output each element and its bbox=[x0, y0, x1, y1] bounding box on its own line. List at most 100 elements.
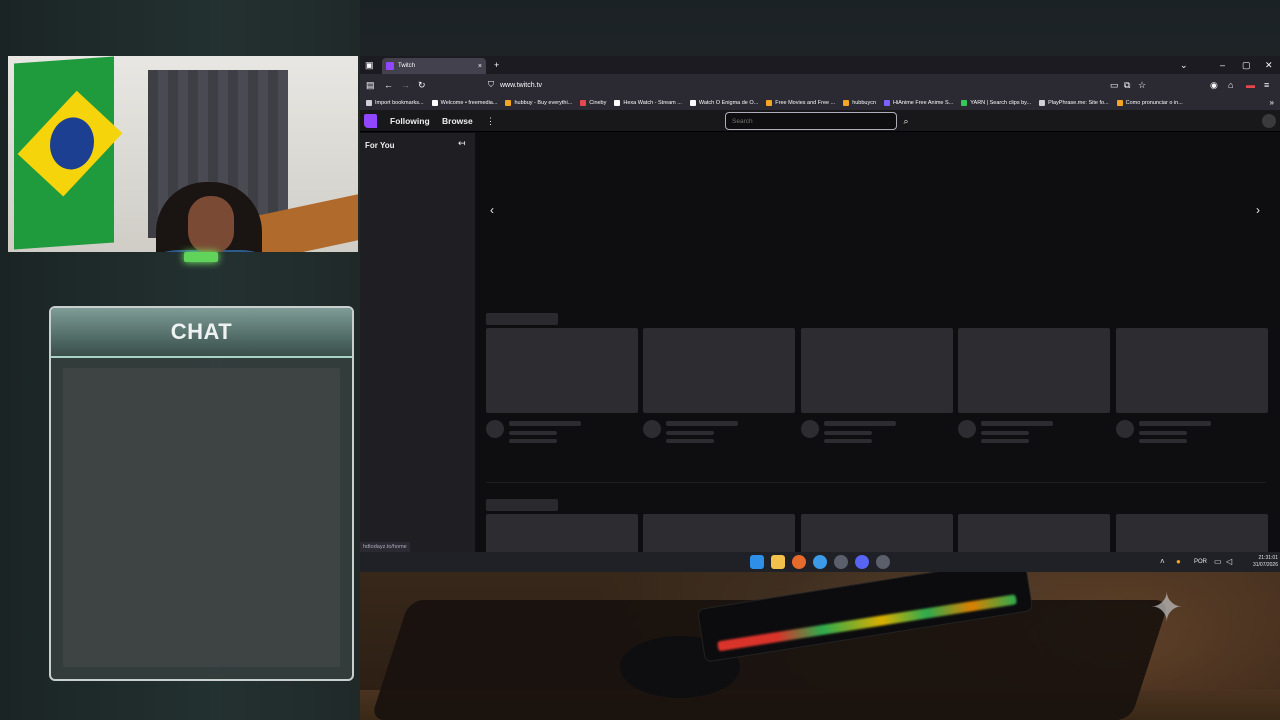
bookmark-favicon-icon bbox=[843, 100, 850, 106]
twitch-favicon-icon bbox=[386, 62, 394, 70]
file-explorer-icon[interactable] bbox=[771, 555, 785, 569]
browse-link[interactable]: Browse bbox=[442, 110, 473, 132]
search-icon[interactable]: ⌕ bbox=[898, 112, 914, 130]
bookmark-label: Como pronunciar o in... bbox=[1125, 100, 1183, 106]
translate-icon[interactable]: ⧉ bbox=[1124, 74, 1130, 96]
forward-icon[interactable]: → bbox=[401, 74, 410, 96]
skeleton-card[interactable] bbox=[1116, 328, 1268, 443]
bookmark-star-icon[interactable]: ☆ bbox=[1138, 74, 1146, 96]
twitch-logo-icon[interactable] bbox=[364, 114, 377, 128]
skeleton-thumbnail bbox=[801, 514, 953, 552]
discord-icon[interactable] bbox=[855, 555, 869, 569]
skeleton-category-line bbox=[981, 439, 1029, 443]
steam-icon[interactable] bbox=[834, 555, 848, 569]
bookmark-item[interactable]: Welcome • freemedia... bbox=[431, 100, 497, 106]
link-status-bar: hdtodayz.to/home bbox=[360, 542, 410, 552]
bookmark-item[interactable]: hubbuycn bbox=[843, 100, 876, 106]
twitch-main-content: ‹ › bbox=[475, 133, 1280, 552]
bookmark-item[interactable]: HiAnime Free Anime S... bbox=[884, 100, 953, 106]
account-icon[interactable]: ◉ bbox=[1210, 74, 1218, 96]
show-hidden-icons-icon[interactable]: ˄ bbox=[1160, 552, 1165, 572]
start-windows-icon[interactable] bbox=[750, 555, 764, 569]
bookmark-favicon-icon bbox=[689, 100, 696, 106]
user-avatar[interactable] bbox=[1262, 114, 1276, 128]
minimize-icon[interactable]: – bbox=[1220, 56, 1225, 74]
firefox-view-icon[interactable]: ▣ bbox=[365, 56, 374, 74]
skeleton-card[interactable] bbox=[643, 328, 795, 443]
carousel-next-icon[interactable]: › bbox=[1256, 203, 1260, 217]
bookmark-label: PlayPhrase.me: Site fo... bbox=[1048, 100, 1109, 106]
bookmark-item[interactable]: Free Movies and Free ... bbox=[766, 100, 835, 106]
browser-navbar: ▤ ← → ↻ ⛉ www.twitch.tv ▭ ⧉ ☆ ◉ ⌂ ▬ ≡ bbox=[360, 74, 1280, 96]
extensions-icon[interactable]: ⌂ bbox=[1228, 74, 1233, 96]
new-tab-icon[interactable]: + bbox=[494, 56, 499, 74]
carousel-prev-icon[interactable]: ‹ bbox=[490, 203, 494, 217]
skeleton-card[interactable] bbox=[486, 328, 638, 443]
edge-icon[interactable] bbox=[813, 555, 827, 569]
url-text[interactable]: www.twitch.tv bbox=[500, 82, 542, 89]
skeleton-title-line bbox=[666, 421, 738, 426]
obs-icon[interactable] bbox=[876, 555, 890, 569]
skeleton-channel-line bbox=[824, 431, 872, 435]
more-options-icon[interactable]: ⋮ bbox=[486, 110, 495, 132]
bookmark-item[interactable]: Watch O Enigma de O... bbox=[689, 100, 758, 106]
bookmark-item[interactable]: PlayPhrase.me: Site fo... bbox=[1039, 100, 1109, 106]
following-link[interactable]: Following bbox=[390, 110, 430, 132]
bookmark-item[interactable]: Cineby bbox=[580, 100, 606, 106]
language-indicator[interactable]: POR bbox=[1194, 552, 1207, 572]
skeleton-title-line bbox=[1139, 421, 1211, 426]
bookmark-favicon-icon bbox=[505, 100, 512, 106]
skeleton-thumbnail bbox=[486, 514, 638, 552]
skeleton-card[interactable] bbox=[958, 328, 1110, 443]
tab-twitch[interactable]: Twitch × bbox=[382, 58, 486, 74]
skeleton-channel-line bbox=[981, 431, 1029, 435]
clock-date: 31/07/2026 bbox=[1252, 562, 1278, 568]
brazil-flag bbox=[14, 56, 123, 250]
microphone-icon[interactable]: ● bbox=[1176, 552, 1181, 572]
bookmark-label: Hexa Watch - Stream ... bbox=[623, 100, 682, 106]
sidebar-toggle-icon[interactable]: ▤ bbox=[366, 74, 375, 96]
bookmark-item[interactable]: Import bookmarks... bbox=[366, 100, 424, 106]
back-icon[interactable]: ← bbox=[384, 74, 393, 96]
address-bar[interactable]: ⛉ www.twitch.tv bbox=[488, 78, 1108, 92]
skeleton-avatar bbox=[958, 420, 976, 438]
close-window-icon[interactable]: ✕ bbox=[1265, 56, 1273, 74]
firefox-icon[interactable] bbox=[792, 555, 806, 569]
reader-view-icon[interactable]: ▭ bbox=[1110, 74, 1119, 96]
system-clock[interactable]: 21:31:01 31/07/2026 bbox=[1238, 555, 1278, 569]
network-icon[interactable]: ▭ bbox=[1214, 552, 1222, 572]
tab-close-icon[interactable]: × bbox=[478, 63, 482, 70]
skeleton-card[interactable] bbox=[801, 514, 953, 552]
bookmark-item[interactable]: YARN | Search clips by... bbox=[961, 100, 1031, 106]
more-bookmarks-icon[interactable]: » bbox=[1270, 96, 1274, 110]
skeleton-thumbnail bbox=[486, 328, 638, 413]
search-input[interactable] bbox=[725, 112, 897, 130]
windows-taskbar: ˄ ● POR ▭ ◁ 21:31:01 31/07/2026 bbox=[360, 552, 1280, 572]
skeleton-channel-line bbox=[1139, 431, 1187, 435]
maximize-icon[interactable]: ▢ bbox=[1242, 56, 1251, 74]
skeleton-card[interactable] bbox=[486, 514, 638, 552]
list-tabs-chevron-icon[interactable]: ⌄ bbox=[1180, 56, 1188, 74]
site-info-icon[interactable]: ⛉ bbox=[488, 80, 494, 90]
skeleton-card[interactable] bbox=[801, 328, 953, 443]
twitch-top-nav: Following Browse ⋮ ⌕ bbox=[360, 110, 1280, 132]
skeleton-card[interactable] bbox=[958, 514, 1110, 552]
bookmark-label: HiAnime Free Anime S... bbox=[893, 100, 954, 106]
bookmark-item[interactable]: Como pronunciar o in... bbox=[1116, 100, 1183, 106]
skeleton-card[interactable] bbox=[1116, 514, 1268, 552]
volume-icon[interactable]: ◁ bbox=[1226, 552, 1232, 572]
bookmark-item[interactable]: hubbuy - Buy everythi... bbox=[505, 100, 572, 106]
skeleton-thumbnail bbox=[958, 328, 1110, 413]
bookmark-label: YARN | Search clips by... bbox=[970, 100, 1032, 106]
chat-panel: CHAT bbox=[49, 306, 354, 681]
chat-header: CHAT bbox=[51, 308, 352, 358]
reload-icon[interactable]: ↻ bbox=[418, 74, 426, 96]
bookmark-item[interactable]: Hexa Watch - Stream ... bbox=[614, 100, 682, 106]
skeleton-section-heading bbox=[486, 499, 558, 511]
app-menu-icon[interactable]: ≡ bbox=[1264, 74, 1269, 96]
ublock-icon[interactable]: ▬ bbox=[1246, 74, 1255, 96]
skeleton-card[interactable] bbox=[643, 514, 795, 552]
skeleton-channel-line bbox=[509, 431, 557, 435]
collapse-sidebar-icon[interactable]: ↤ bbox=[458, 138, 466, 149]
chat-title: CHAT bbox=[170, 319, 233, 344]
